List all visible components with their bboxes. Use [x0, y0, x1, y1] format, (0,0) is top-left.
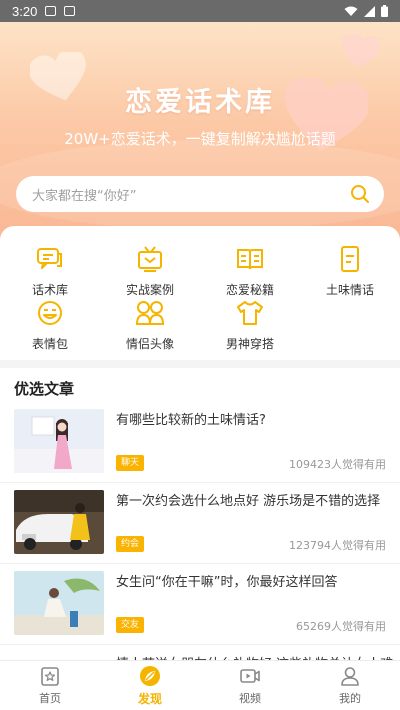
article-thumbnail	[14, 571, 104, 635]
article-tag: 聊天	[116, 455, 145, 471]
article-item[interactable]: 有哪些比较新的土味情话? 聊天 109423人觉得有用	[0, 409, 400, 491]
tab-video[interactable]: 视频	[200, 661, 300, 710]
app-notification-icon	[64, 6, 76, 16]
article-likes: 109423人觉得有用	[289, 458, 386, 471]
status-time: 3:20	[12, 3, 38, 19]
note-icon	[341, 246, 359, 272]
tab-label: 发现	[137, 691, 162, 706]
category-biaoqingbao[interactable]: 表情包	[0, 298, 100, 354]
home-icon	[41, 667, 59, 686]
category-label: 恋爱秘籍	[225, 283, 274, 297]
category-label: 话术库	[31, 283, 68, 297]
category-miji[interactable]: 恋爱秘籍	[200, 244, 300, 300]
tab-home[interactable]: 首页	[0, 661, 100, 710]
tab-profile[interactable]: 我的	[300, 661, 400, 710]
category-qinglv[interactable]: 情侣头像	[100, 298, 200, 354]
category-huashuku[interactable]: 话术库	[0, 244, 100, 300]
search-placeholder: 大家都在搜“你好”	[32, 188, 137, 204]
article-tag: 约会	[116, 536, 145, 552]
tab-label: 首页	[39, 692, 61, 705]
article-title: 女生问“你在干嘛”时，你最好这样回答	[116, 575, 338, 590]
article-separator	[0, 644, 400, 645]
tv-icon	[138, 246, 162, 272]
search-icon[interactable]	[350, 184, 370, 204]
article-title: 有哪些比较新的土味情话?	[116, 413, 266, 428]
chat-bubbles-icon	[37, 248, 62, 269]
bottom-tab-bar: 首页 发现 视频 我的	[0, 660, 400, 710]
tshirt-icon	[237, 301, 263, 325]
article-likes: 65269人觉得有用	[296, 620, 386, 633]
video-icon	[240, 669, 260, 683]
tab-discover[interactable]: 发现	[100, 661, 200, 710]
category-label: 表情包	[31, 337, 68, 351]
tab-label: 我的	[339, 692, 361, 705]
heart-topright-decoration	[341, 34, 380, 68]
article-likes: 123794人觉得有用	[289, 539, 386, 552]
search-bar[interactable]: 大家都在搜“你好”	[16, 176, 384, 212]
article-item[interactable]: 女生问“你在干嘛”时，你最好这样回答 交友 65269人觉得有用	[0, 571, 400, 653]
signal-icon	[364, 5, 375, 17]
profile-icon	[341, 667, 359, 686]
article-title: 第一次约会选什么地点好 游乐场是不错的选择	[116, 494, 381, 509]
gallery-notification-icon	[45, 6, 57, 16]
article-thumbnail	[14, 409, 104, 473]
category-chuanda[interactable]: 男神穿搭	[200, 298, 300, 354]
wifi-icon	[344, 6, 358, 16]
tab-label: 视频	[239, 692, 261, 705]
article-separator	[0, 482, 400, 483]
hero-title: 恋爱话术库	[125, 87, 275, 118]
smiley-icon	[38, 301, 62, 325]
category-label: 土味情话	[325, 283, 374, 297]
hero-subtitle: 20W+恋爱话术，一键复制解决尴尬话题	[64, 130, 336, 148]
article-thumbnail	[14, 490, 104, 554]
article-separator	[0, 563, 400, 564]
section-title: 优选文章	[14, 380, 75, 398]
status-bar: 3:20	[0, 0, 400, 22]
book-icon	[237, 249, 263, 270]
couple-icon	[135, 301, 165, 325]
category-grid: 话术库 实战案例 恋爱秘籍 土味情话 表情包 情侣头像 男神穿搭	[0, 226, 400, 360]
article-item[interactable]: 第一次约会选什么地点好 游乐场是不错的选择 约会 123794人觉得有用	[0, 490, 400, 572]
category-label: 男神穿搭	[225, 337, 274, 351]
category-shizhan[interactable]: 实战案例	[100, 244, 200, 300]
discover-icon	[140, 665, 160, 686]
battery-icon	[381, 5, 388, 17]
category-tuwei[interactable]: 土味情话	[300, 244, 400, 300]
article-tag: 交友	[116, 617, 145, 633]
category-label: 情侣头像	[125, 337, 174, 351]
section-divider	[0, 360, 400, 368]
category-label: 实战案例	[125, 283, 174, 297]
